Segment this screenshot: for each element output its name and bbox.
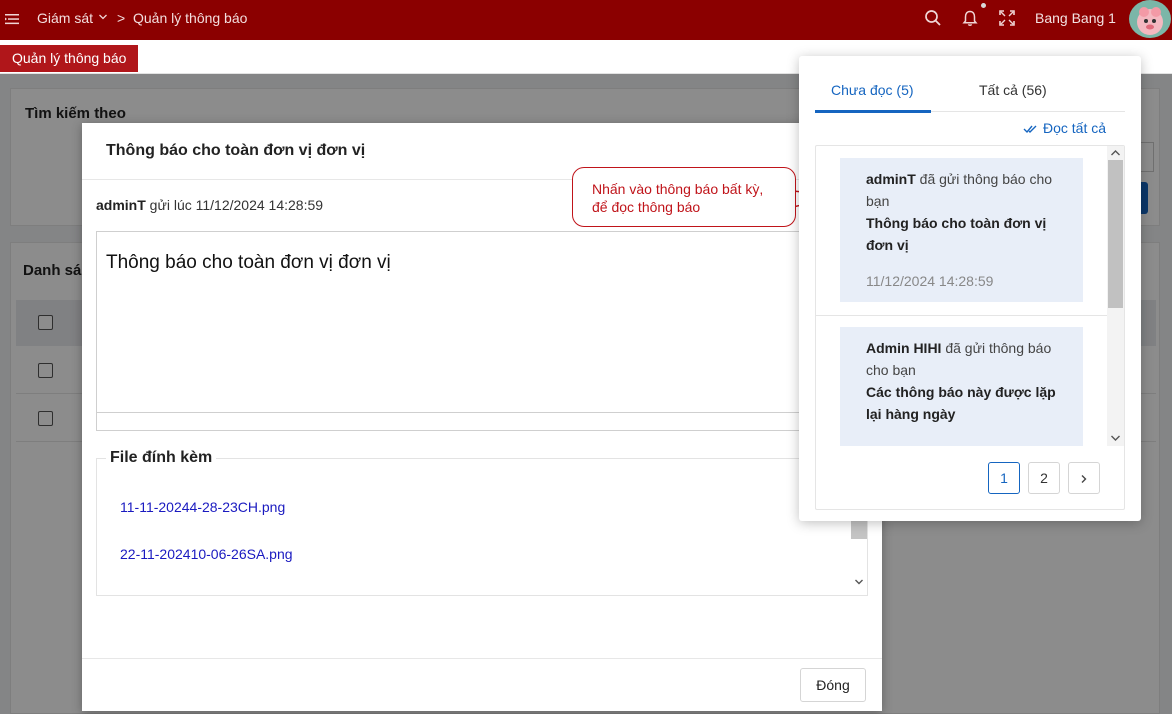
hint-callout: Nhấn vào thông báo bất kỳ, để đọc thông … bbox=[572, 167, 796, 227]
message-content: Thông báo cho toàn đơn vị đơn vị bbox=[106, 252, 391, 273]
notification-title: Các thông báo này được lặp lại hàng ngày bbox=[866, 384, 1056, 422]
notification-time: 11/12/2024 14:28:59 bbox=[866, 273, 994, 289]
bell-icon[interactable] bbox=[961, 9, 979, 27]
search-icon[interactable] bbox=[924, 9, 942, 27]
dialog-title: Thông báo cho toàn đơn vị đơn vị bbox=[106, 142, 366, 159]
sender-name: adminT bbox=[96, 197, 146, 213]
chevron-down-icon[interactable] bbox=[98, 12, 108, 22]
notification-list-scrollbar[interactable] bbox=[1107, 146, 1124, 446]
attachment-link[interactable]: 11-11-20244-28-23CH.png bbox=[120, 499, 285, 515]
attachments-title: File đính kèm bbox=[106, 449, 217, 467]
next-page-button[interactable] bbox=[1068, 462, 1100, 494]
chevron-down-icon[interactable] bbox=[854, 577, 864, 587]
notification-list: adminT đã gửi thông báo cho bạn Thông bá… bbox=[815, 145, 1125, 510]
page-button-1[interactable]: 1 bbox=[988, 462, 1020, 494]
notification-title: Thông báo cho toàn đơn vị đơn vị bbox=[866, 215, 1047, 253]
notification-item[interactable]: adminT đã gửi thông báo cho bạn Thông bá… bbox=[840, 158, 1083, 302]
attachments-box: 11-11-20244-28-23CH.png 22-11-202410-06-… bbox=[96, 458, 868, 596]
attachment-link[interactable]: 22-11-202410-06-26SA.png bbox=[120, 546, 293, 562]
attachments-scrollbar[interactable] bbox=[851, 517, 867, 595]
top-bar: Giám sát > Quản lý thông báo Bang Bang 1 bbox=[0, 0, 1172, 40]
divider bbox=[816, 315, 1107, 316]
notification-sender: adminT bbox=[866, 171, 916, 187]
tab-notification-management[interactable]: Quản lý thông báo bbox=[0, 45, 139, 72]
read-all-label: Đọc tất cả bbox=[1043, 120, 1107, 136]
breadcrumb-current: Quản lý thông báo bbox=[133, 10, 248, 26]
close-button[interactable]: Đóng bbox=[800, 668, 866, 702]
sender-line: adminT gửi lúc 11/12/2024 14:28:59 bbox=[96, 197, 323, 213]
avatar[interactable] bbox=[1129, 0, 1171, 38]
tab-all[interactable]: Tất cả (56) bbox=[979, 82, 1047, 98]
divider bbox=[97, 412, 867, 413]
notification-sender: Admin HIHI bbox=[866, 340, 942, 356]
hint-text: Nhấn vào thông báo bất kỳ, để đọc thông … bbox=[592, 181, 764, 215]
notification-list-viewport: adminT đã gửi thông báo cho bạn Thông bá… bbox=[816, 146, 1107, 446]
active-tab-indicator bbox=[815, 110, 931, 113]
chevron-right-icon bbox=[1081, 475, 1087, 484]
breadcrumb-separator: > bbox=[117, 10, 126, 26]
double-check-icon bbox=[1023, 125, 1037, 134]
menu-icon[interactable] bbox=[4, 11, 20, 27]
tab-unread[interactable]: Chưa đọc (5) bbox=[831, 82, 914, 98]
fullscreen-icon[interactable] bbox=[998, 9, 1016, 27]
user-name[interactable]: Bang Bang 1 bbox=[1035, 10, 1116, 26]
scrollbar-thumb[interactable] bbox=[1108, 160, 1123, 308]
sent-time: 11/12/2024 14:28:59 bbox=[195, 197, 324, 213]
notification-item[interactable]: Admin HIHI đã gửi thông báo cho bạn Các … bbox=[840, 327, 1083, 446]
read-all-button[interactable]: Đọc tất cả bbox=[1023, 120, 1106, 136]
notification-dot bbox=[980, 2, 987, 9]
avatar-image bbox=[1137, 7, 1163, 35]
message-content-box: Thông báo cho toàn đơn vị đơn vị bbox=[96, 231, 868, 431]
page-button-2[interactable]: 2 bbox=[1028, 462, 1060, 494]
notification-sender-line: Admin HIHI đã gửi thông báo cho bạn bbox=[866, 337, 1066, 381]
sent-label: gửi lúc bbox=[149, 197, 192, 213]
chevron-down-icon[interactable] bbox=[1110, 433, 1121, 443]
chevron-up-icon[interactable] bbox=[1110, 148, 1121, 158]
divider bbox=[82, 658, 882, 659]
notifications-popover: Chưa đọc (5) Tất cả (56) Đọc tất cả admi… bbox=[799, 56, 1141, 521]
notification-sender-line: adminT đã gửi thông báo cho bạn bbox=[866, 168, 1066, 212]
breadcrumb-monitoring[interactable]: Giám sát bbox=[37, 10, 93, 26]
